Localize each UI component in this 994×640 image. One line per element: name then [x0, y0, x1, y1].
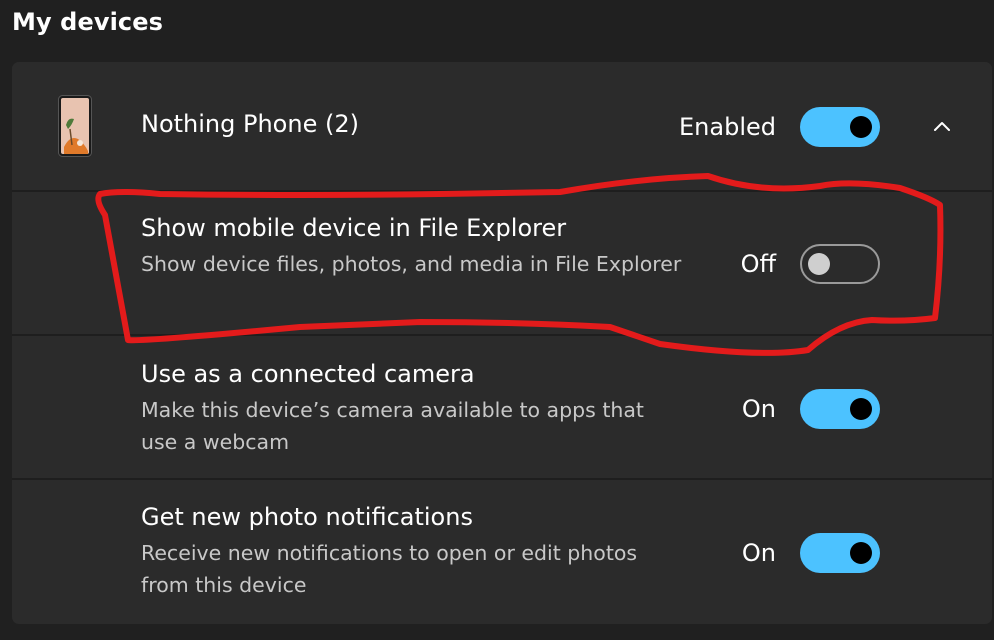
- setting-state-label: Off: [740, 250, 776, 278]
- setting-description: Receive new notifications to open or edi…: [141, 541, 638, 597]
- device-status-label: Enabled: [679, 113, 776, 141]
- phone-thumbnail-icon: [58, 95, 92, 157]
- toggle-knob: [850, 398, 872, 420]
- toggle-knob: [808, 253, 830, 275]
- setting-title: Get new photo notifications: [141, 503, 473, 531]
- toggle-knob: [850, 116, 872, 138]
- device-name: Nothing Phone (2): [141, 110, 359, 138]
- toggle-knob: [850, 542, 872, 564]
- setting-description: Show device files, photos, and media in …: [141, 252, 682, 276]
- setting-title: Show mobile device in File Explorer: [141, 214, 567, 242]
- setting-description: Make this device’s camera available to a…: [141, 398, 644, 454]
- device-enabled-toggle[interactable]: [800, 107, 880, 147]
- settings-page: My devices Nothing Phone (2) Enabled Sho…: [0, 0, 994, 640]
- setting-title: Use as a connected camera: [141, 360, 475, 388]
- device-card: Nothing Phone (2) Enabled Show mobile de…: [12, 62, 992, 624]
- connected-camera-toggle[interactable]: [800, 389, 880, 429]
- setting-row-file-explorer: Show mobile device in File Explorer Show…: [12, 192, 992, 334]
- photo-notifications-toggle[interactable]: [800, 533, 880, 573]
- setting-row-camera: Use as a connected camera Make this devi…: [12, 336, 992, 478]
- file-explorer-toggle[interactable]: [800, 244, 880, 284]
- setting-row-photo-notifications: Get new photo notifications Receive new …: [12, 480, 992, 624]
- chevron-up-icon[interactable]: [928, 112, 956, 140]
- setting-state-label: On: [741, 395, 776, 423]
- device-header[interactable]: Nothing Phone (2) Enabled: [12, 62, 992, 190]
- section-title: My devices: [12, 8, 163, 36]
- setting-state-label: On: [741, 539, 776, 567]
